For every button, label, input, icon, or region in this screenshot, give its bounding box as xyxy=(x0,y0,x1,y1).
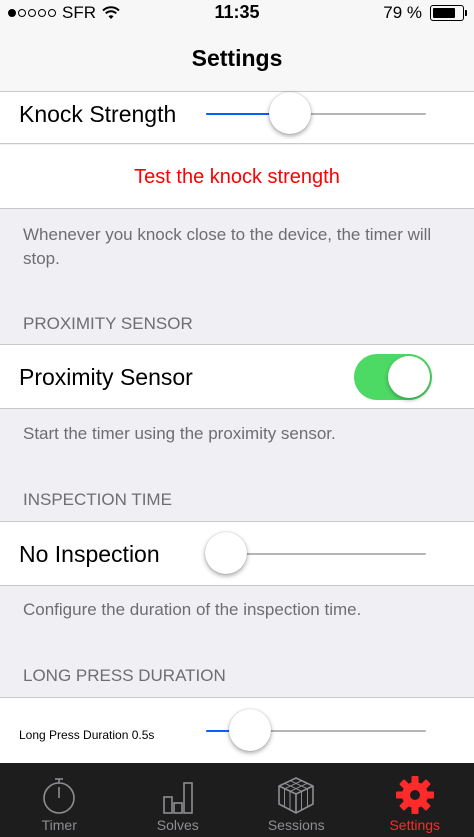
inspection-time-label: No Inspection xyxy=(19,541,160,567)
long-press-slider[interactable] xyxy=(206,709,426,751)
tab-label: Sessions xyxy=(267,817,325,833)
test-knock-cell[interactable]: Test the knock strength xyxy=(0,145,474,209)
inspection-section-header: INSPECTION TIME xyxy=(23,490,172,509)
proximity-footer: Start the timer using the proximity sens… xyxy=(23,424,336,443)
knock-strength-slider[interactable] xyxy=(206,92,426,134)
tab-label: Settings xyxy=(389,817,441,833)
proximity-sensor-toggle[interactable] xyxy=(354,354,432,400)
tab-solves[interactable]: Solves xyxy=(119,763,238,837)
inspection-time-cell: No Inspection xyxy=(0,521,474,586)
slider-thumb[interactable] xyxy=(229,709,271,751)
toggle-knob xyxy=(388,356,430,398)
knock-strength-cell: Knock Strength xyxy=(0,92,474,144)
tab-sessions[interactable]: Sessions xyxy=(237,763,356,837)
inspection-footer: Configure the duration of the inspection… xyxy=(23,600,362,619)
bar-chart-icon xyxy=(162,782,193,814)
status-right: 79 % xyxy=(383,3,467,23)
proximity-sensor-label: Proximity Sensor xyxy=(19,364,193,390)
slider-thumb[interactable] xyxy=(205,532,247,574)
tab-timer[interactable]: Timer xyxy=(0,763,119,837)
tab-label: Solves xyxy=(156,817,199,833)
long-press-cell: Long Press Duration 0.5s xyxy=(0,697,474,763)
long-press-section-header: LONG PRESS DURATION xyxy=(23,666,226,685)
battery-icon xyxy=(430,5,467,21)
tab-settings[interactable]: Settings xyxy=(356,763,474,837)
cube-icon xyxy=(278,777,315,814)
stopwatch-icon xyxy=(43,778,76,814)
battery-fill xyxy=(433,8,456,18)
inspection-time-slider[interactable] xyxy=(205,532,426,574)
tab-bar: Timer Solves Sessions Settings xyxy=(0,763,474,837)
slider-thumb[interactable] xyxy=(268,92,311,134)
status-bar: SFR 11:35 79 % xyxy=(0,0,474,26)
long-press-label: Long Press Duration 0.5s xyxy=(19,728,155,742)
gear-icon xyxy=(395,776,434,814)
proximity-sensor-cell: Proximity Sensor xyxy=(0,344,474,409)
test-knock-button[interactable]: Test the knock strength xyxy=(0,166,474,189)
battery-percent: 79 % xyxy=(383,3,422,22)
knock-footer: Whenever you knock close to the device, … xyxy=(23,225,432,268)
knock-strength-label: Knock Strength xyxy=(19,101,177,127)
tab-label: Timer xyxy=(41,817,77,833)
proximity-section-header: PROXIMITY SENSOR xyxy=(23,314,193,333)
page-title: Settings xyxy=(191,45,283,71)
navigation-bar: Settings xyxy=(0,26,474,92)
